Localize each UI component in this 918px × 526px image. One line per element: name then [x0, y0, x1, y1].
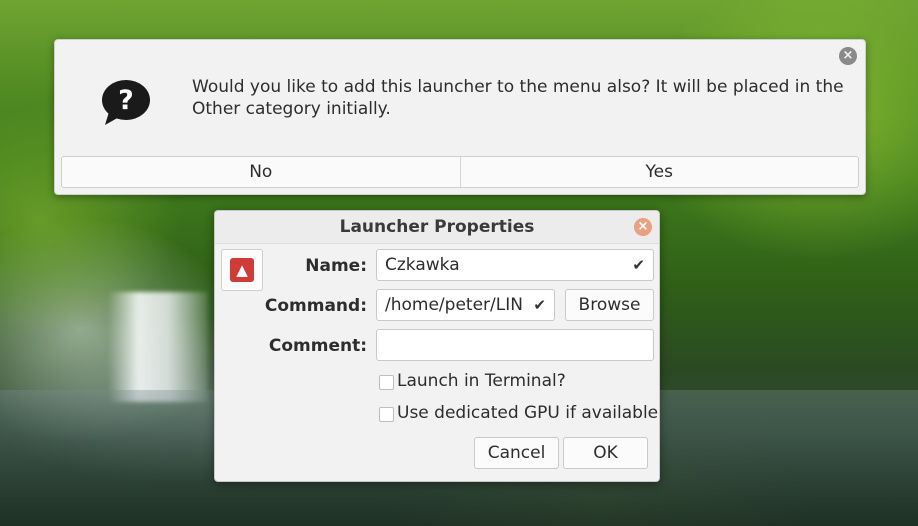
browse-button[interactable]: Browse: [565, 289, 654, 321]
command-field[interactable]: /home/peter/LIN ✔: [376, 289, 555, 321]
command-label: Command:: [264, 296, 367, 316]
ok-button[interactable]: OK: [563, 437, 648, 469]
name-field[interactable]: Czkawka ✔: [376, 249, 654, 281]
no-button[interactable]: No: [62, 157, 460, 187]
window-title: Launcher Properties: [339, 217, 535, 237]
close-icon[interactable]: ×: [634, 218, 652, 236]
dedicated-gpu-checkbox[interactable]: [379, 407, 394, 422]
yes-button[interactable]: Yes: [459, 157, 859, 187]
comment-label: Comment:: [268, 336, 367, 356]
wallpaper-waterfall: [108, 292, 208, 402]
check-icon: ✔: [530, 290, 546, 320]
launch-in-terminal-checkbox[interactable]: [379, 375, 394, 390]
dialog-button-row: No Yes: [61, 156, 859, 188]
name-value: Czkawka: [385, 255, 460, 275]
dedicated-gpu-label: Use dedicated GPU if available: [397, 403, 659, 423]
svg-text:?: ?: [118, 85, 134, 116]
launch-in-terminal-label: Launch in Terminal?: [397, 371, 566, 391]
dialog-message: Would you like to add this launcher to t…: [192, 77, 844, 119]
cancel-button[interactable]: Cancel: [474, 437, 559, 469]
comment-field[interactable]: [376, 329, 654, 361]
name-label: Name:: [305, 256, 367, 276]
launcher-properties-window: Launcher Properties × ▲ Name: Czkawka ✔ …: [214, 210, 660, 482]
check-icon: ✔: [632, 256, 645, 274]
close-icon[interactable]: ×: [839, 47, 857, 65]
question-bubble-icon: ?: [102, 80, 150, 125]
title-bar[interactable]: Launcher Properties ×: [215, 211, 659, 244]
command-value: /home/peter/LIN: [385, 295, 523, 315]
rocket-app-icon: ▲: [230, 258, 254, 282]
add-to-menu-dialog: × ? Would you like to add this launcher …: [54, 39, 866, 195]
